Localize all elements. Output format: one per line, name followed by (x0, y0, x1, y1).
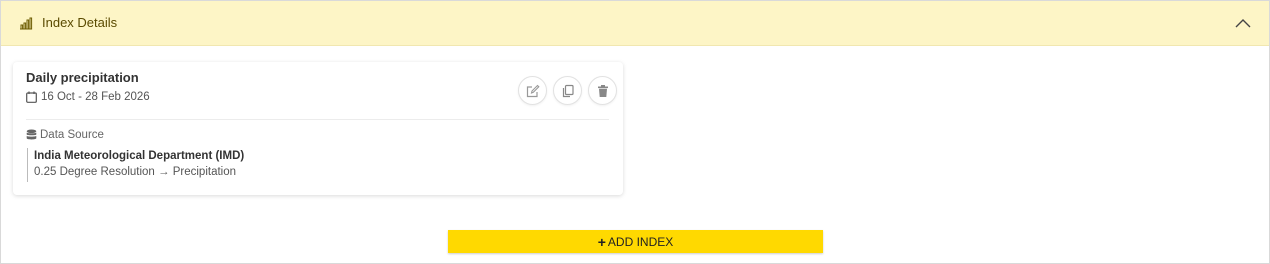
data-source-label-text: Data Source (40, 129, 104, 141)
chevron-up-icon[interactable] (1233, 13, 1253, 33)
delete-button[interactable] (588, 76, 617, 105)
bar-chart-icon (19, 16, 33, 30)
add-index-button[interactable]: + ADD INDEX (448, 230, 823, 253)
database-icon (26, 129, 37, 140)
calendar-icon (26, 91, 37, 103)
index-title: Daily precipitation (26, 70, 139, 85)
data-source-info: India Meteorological Department (IMD) 0.… (27, 148, 244, 182)
copy-icon (562, 84, 574, 97)
date-range: 16 Oct - 28 Feb 2026 (26, 91, 150, 103)
add-index-label: ADD INDEX (607, 234, 674, 249)
data-source-label: Data Source (26, 129, 104, 141)
data-source-detail: 0.25 Degree Resolution → Precipitation (34, 166, 237, 178)
edit-button[interactable] (518, 76, 547, 105)
index-card: Daily precipitation 16 Oct - 28 Feb 2026 (13, 62, 623, 195)
date-range-text: 16 Oct - 28 Feb 2026 (41, 91, 150, 103)
index-details-panel: Index Details Daily precipitation 16 Oct… (0, 0, 1270, 264)
edit-icon (526, 84, 540, 97)
card-actions (518, 76, 617, 105)
delete-icon (597, 84, 608, 97)
panel-title: Index Details (42, 15, 118, 30)
data-source-name: India Meteorological Department (IMD) (34, 150, 245, 162)
panel-header[interactable]: Index Details (1, 1, 1269, 46)
plus-icon: + (597, 233, 606, 250)
copy-button[interactable] (553, 76, 582, 105)
card-divider (26, 119, 609, 120)
